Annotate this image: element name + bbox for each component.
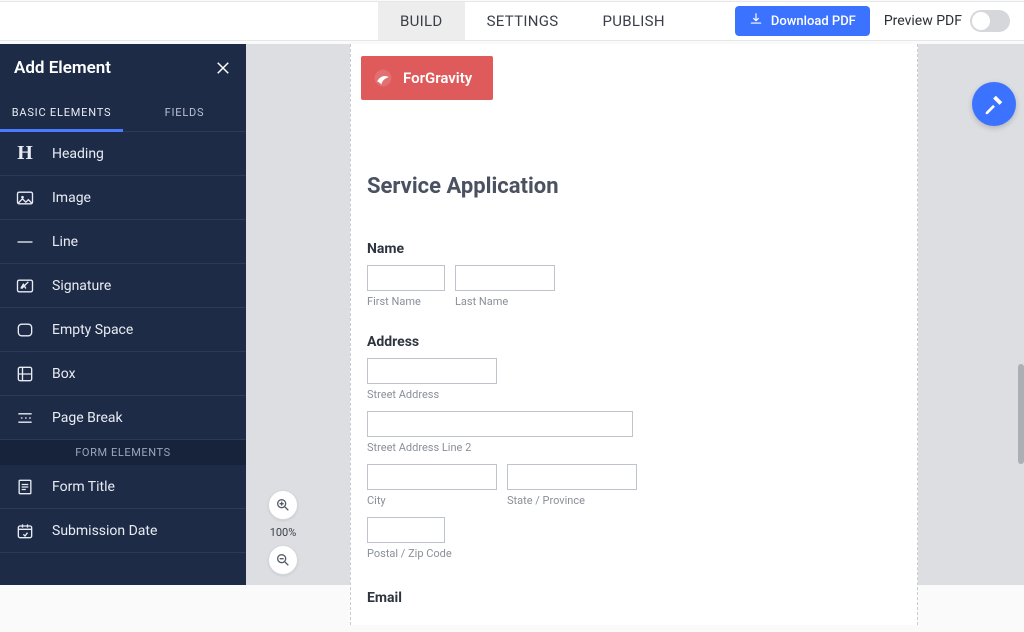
- top-nav: BUILD SETTINGS PUBLISH Download PDF Prev…: [0, 1, 1024, 41]
- tab-settings[interactable]: SETTINGS: [465, 2, 581, 40]
- last-name-input[interactable]: [455, 265, 555, 291]
- form-title: Service Application: [367, 174, 901, 199]
- download-icon: [749, 12, 763, 30]
- pdf-page[interactable]: ForGravity Service Application Name Firs…: [350, 44, 918, 625]
- street-address-input[interactable]: [367, 358, 497, 384]
- zoom-in-button[interactable]: [268, 490, 298, 520]
- brand-badge: ForGravity: [361, 56, 493, 100]
- scrollbar-thumb[interactable]: [1018, 364, 1024, 464]
- tab-publish[interactable]: PUBLISH: [580, 2, 686, 40]
- sidebar-item-heading[interactable]: H Heading: [0, 132, 246, 176]
- sidebar-scroll[interactable]: H Heading Image Line Signature Emp: [0, 132, 246, 585]
- sidebar-tab-basic[interactable]: BASIC ELEMENTS: [0, 96, 123, 131]
- topnav-tabs: BUILD SETTINGS PUBLISH: [378, 2, 687, 40]
- email-label: Email: [367, 590, 901, 606]
- sidebar-section-form-elements: FORM ELEMENTS: [0, 440, 246, 465]
- sidebar-item-submission-date[interactable]: Submission Date: [0, 509, 246, 553]
- form-title-icon: [14, 476, 36, 498]
- sidebar-item-empty-space[interactable]: Empty Space: [0, 308, 246, 352]
- zoom-in-icon: [275, 497, 291, 513]
- sidebar-item-label: Signature: [52, 278, 111, 294]
- city-sublabel: City: [367, 494, 497, 507]
- gavel-icon: [983, 93, 1005, 115]
- sidebar-item-label: Line: [52, 234, 78, 250]
- submission-date-icon: [14, 520, 36, 542]
- field-email: Email: [367, 590, 901, 606]
- sidebar-item-image[interactable]: Image: [0, 176, 246, 220]
- close-icon: [214, 59, 232, 77]
- sidebar-close-button[interactable]: [214, 59, 232, 77]
- sidebar-tabs: BASIC ELEMENTS FIELDS: [0, 96, 246, 132]
- topnav-right: Download PDF Preview PDF: [735, 2, 1024, 40]
- postal-sublabel: Postal / Zip Code: [367, 547, 487, 560]
- sidebar-item-label: Box: [52, 366, 76, 382]
- field-name: Name First Name Last Name: [367, 241, 901, 308]
- name-inputs-row: [367, 265, 901, 291]
- line-icon: [14, 231, 36, 253]
- preview-pdf-group: Preview PDF: [884, 10, 1010, 32]
- field-address: Address Street Address Street Address Li…: [367, 334, 901, 560]
- state-input[interactable]: [507, 464, 637, 490]
- street-sublabel: Street Address: [367, 388, 497, 401]
- zoom-level: 100%: [270, 526, 297, 539]
- tab-build[interactable]: BUILD: [378, 2, 465, 40]
- canvas: ForGravity Service Application Name Firs…: [246, 44, 1024, 585]
- signature-icon: [14, 275, 36, 297]
- topnav-spacer: [0, 2, 378, 40]
- preview-pdf-label: Preview PDF: [884, 13, 962, 29]
- sidebar-item-page-break[interactable]: Page Break: [0, 396, 246, 440]
- sidebar-item-form-title[interactable]: Form Title: [0, 465, 246, 509]
- form-area: Service Application Name First Name Last…: [367, 174, 901, 632]
- zoom-out-button[interactable]: [268, 545, 298, 575]
- sidebar-item-label: Empty Space: [52, 322, 133, 338]
- sidebar-item-label: Page Break: [52, 410, 123, 426]
- design-fab[interactable]: [972, 82, 1016, 126]
- sidebar-item-line[interactable]: Line: [0, 220, 246, 264]
- empty-space-icon: [14, 319, 36, 341]
- heading-icon: H: [14, 143, 36, 165]
- download-pdf-button[interactable]: Download PDF: [735, 6, 870, 36]
- brand-name: ForGravity: [403, 69, 472, 87]
- last-name-sublabel: Last Name: [455, 295, 555, 308]
- street2-sublabel: Street Address Line 2: [367, 441, 633, 454]
- city-input[interactable]: [367, 464, 497, 490]
- download-pdf-label: Download PDF: [771, 14, 856, 29]
- page-break-icon: [14, 407, 36, 429]
- sidebar-item-signature[interactable]: Signature: [0, 264, 246, 308]
- state-sublabel: State / Province: [507, 494, 637, 507]
- sidebar-item-box[interactable]: Box: [0, 352, 246, 396]
- box-icon: [14, 363, 36, 385]
- preview-pdf-toggle[interactable]: [970, 10, 1010, 32]
- sidebar-item-label: Form Title: [52, 479, 115, 495]
- sidebar-header: Add Element: [0, 44, 246, 96]
- postal-input[interactable]: [367, 517, 445, 543]
- image-icon: [14, 187, 36, 209]
- sidebar: Add Element BASIC ELEMENTS FIELDS H Head…: [0, 44, 246, 585]
- sidebar-item-label: Heading: [52, 146, 104, 162]
- street-address-2-input[interactable]: [367, 411, 633, 437]
- zoom-controls: 100%: [263, 490, 303, 575]
- brand-logo-icon: [371, 66, 395, 90]
- zoom-out-icon: [275, 552, 291, 568]
- sidebar-tab-fields[interactable]: FIELDS: [123, 96, 246, 131]
- sidebar-title: Add Element: [14, 58, 111, 78]
- first-name-input[interactable]: [367, 265, 445, 291]
- name-sublabels: First Name Last Name: [367, 295, 901, 308]
- sidebar-item-label: Submission Date: [52, 523, 157, 539]
- name-label: Name: [367, 241, 901, 257]
- address-label: Address: [367, 334, 901, 350]
- sidebar-item-label: Image: [52, 190, 91, 206]
- first-name-sublabel: First Name: [367, 295, 445, 308]
- toggle-thumb: [971, 11, 991, 31]
